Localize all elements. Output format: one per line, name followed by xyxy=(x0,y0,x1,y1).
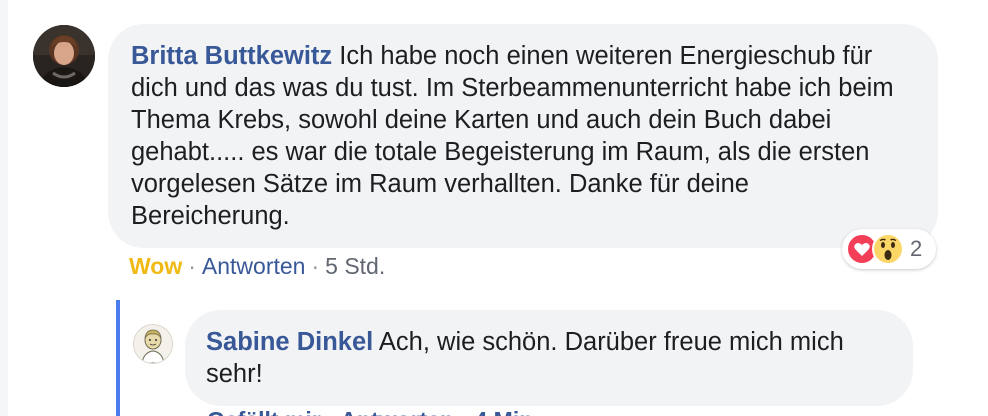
comment-actions: Wow · Antworten · 5 Std. xyxy=(129,250,385,282)
reply-actions-partial-text[interactable]: Gefällt mir · Antworten · 4 Min. xyxy=(207,404,567,416)
wow-reaction-button[interactable]: Wow xyxy=(129,253,182,279)
reply-button[interactable]: Antworten xyxy=(202,253,306,279)
comment-text: Ich habe noch einen weiteren Energieschu… xyxy=(131,42,894,230)
wow-icon xyxy=(872,233,904,265)
avatar-britta-image xyxy=(33,25,95,87)
reply-actions-partial: Gefällt mir · Antworten · 4 Min. xyxy=(207,404,567,416)
left-edge xyxy=(0,0,8,416)
separator: · xyxy=(311,253,320,279)
comment-author[interactable]: Britta Buttkewitz xyxy=(131,42,332,70)
separator: · xyxy=(188,253,196,279)
timestamp[interactable]: 5 Std. xyxy=(325,253,385,279)
comment-bubble: Britta Buttkewitz Ich habe noch einen we… xyxy=(108,24,938,248)
reply-author[interactable]: Sabine Dinkel xyxy=(206,328,373,356)
reactions-summary[interactable]: 2 xyxy=(842,229,936,269)
avatar-sabine-image xyxy=(134,325,172,363)
reply-avatar[interactable] xyxy=(133,324,173,364)
reply-bubble: Sabine Dinkel Ach, wie schön. Darüber fr… xyxy=(185,310,913,406)
comment-thread: Britta Buttkewitz Ich habe noch einen we… xyxy=(0,0,988,416)
reaction-count: 2 xyxy=(910,236,923,261)
reply-thread-line xyxy=(116,300,120,416)
avatar[interactable] xyxy=(33,25,95,87)
